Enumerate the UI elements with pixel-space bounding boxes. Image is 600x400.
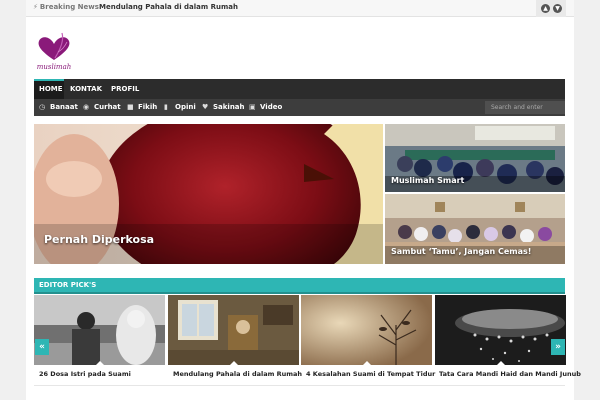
hero-main-article[interactable]: Pernah Diperkosa bbox=[34, 124, 383, 264]
nav-item-profil[interactable]: PROFIL bbox=[106, 79, 144, 99]
chevron-up-icon[interactable]: ▲ bbox=[541, 4, 550, 13]
pick-caption-2[interactable]: Mendulang Pahala di dalam Rumah bbox=[173, 370, 302, 378]
eye-icon: ◉ bbox=[83, 103, 90, 111]
pick-caption-3[interactable]: 4 Kesalahan Suami di Tempat Tidur bbox=[306, 370, 435, 378]
book-icon: ■ bbox=[127, 103, 134, 111]
comment-icon: ▮ bbox=[164, 103, 168, 111]
editor-picks-header: EDITOR PICK'S bbox=[34, 278, 565, 294]
hero-side-article-1[interactable]: Muslimah Smart bbox=[385, 124, 565, 192]
main-nav: HOME KONTAK PROFIL bbox=[34, 79, 565, 99]
page: ⚡ Breaking News Mendulang Pahala di dalam… bbox=[0, 0, 600, 400]
divider bbox=[34, 385, 565, 386]
chevron-left-icon[interactable]: « bbox=[35, 339, 49, 355]
ticker-controls: ▲ ▼ bbox=[536, 0, 566, 17]
hero-side-article-2[interactable]: Sambut ‘Tamu’, Jangan Cemas! bbox=[385, 194, 565, 264]
pick-item-4[interactable] bbox=[435, 295, 566, 365]
nav-item-home[interactable]: HOME bbox=[34, 79, 64, 99]
pick-image-3 bbox=[301, 295, 432, 365]
category-item-curhat[interactable]: ◉ Curhat bbox=[83, 99, 121, 116]
pick-item-2[interactable] bbox=[168, 295, 299, 365]
chevron-down-icon[interactable]: ▼ bbox=[553, 4, 562, 13]
editor-picks-title: EDITOR PICK'S bbox=[39, 281, 97, 289]
pick-image-1 bbox=[34, 295, 165, 365]
pick-caption-4[interactable]: Tata Cara Mandi Haid dan Mandi Junub bbox=[439, 370, 581, 378]
breaking-news-label: ⚡ Breaking News bbox=[33, 3, 99, 11]
heart-icon: ♥ bbox=[202, 103, 209, 111]
category-item-sakinah[interactable]: ♥ Sakinah bbox=[202, 99, 245, 116]
category-item-video[interactable]: ▣ Video bbox=[249, 99, 282, 116]
nav-item-kontak[interactable]: KONTAK bbox=[65, 79, 107, 99]
logo-heart-icon bbox=[38, 32, 70, 60]
breaking-news-bar: ⚡ Breaking News Mendulang Pahala di dalam… bbox=[26, 0, 574, 17]
hero-side2-title: Sambut ‘Tamu’, Jangan Cemas! bbox=[391, 247, 532, 256]
category-item-banaat[interactable]: ◷ Banaat bbox=[39, 99, 78, 116]
clock-icon: ◷ bbox=[39, 103, 46, 111]
hero-side1-title: Muslimah Smart bbox=[391, 176, 465, 185]
search-input[interactable]: Search and enter bbox=[485, 101, 565, 114]
pick-image-4 bbox=[435, 295, 566, 365]
bolt-icon: ⚡ bbox=[33, 3, 38, 11]
pick-caption-1[interactable]: 26 Dosa Istri pada Suami bbox=[39, 370, 131, 378]
chevron-right-icon[interactable]: » bbox=[551, 339, 565, 355]
pick-image-2 bbox=[168, 295, 299, 365]
hero-main-title: Pernah Diperkosa bbox=[44, 233, 155, 246]
pick-item-3[interactable] bbox=[301, 295, 432, 365]
site-logo[interactable]: muslimah bbox=[34, 32, 74, 74]
video-icon: ▣ bbox=[249, 103, 256, 111]
category-item-opini[interactable]: ▮ Opini bbox=[164, 99, 196, 116]
category-item-fikih[interactable]: ■ Fikih bbox=[127, 99, 157, 116]
breaking-news-link[interactable]: Mendulang Pahala di dalam Rumah bbox=[99, 3, 238, 11]
logo-text: muslimah bbox=[36, 63, 72, 71]
pick-item-1[interactable] bbox=[34, 295, 165, 365]
